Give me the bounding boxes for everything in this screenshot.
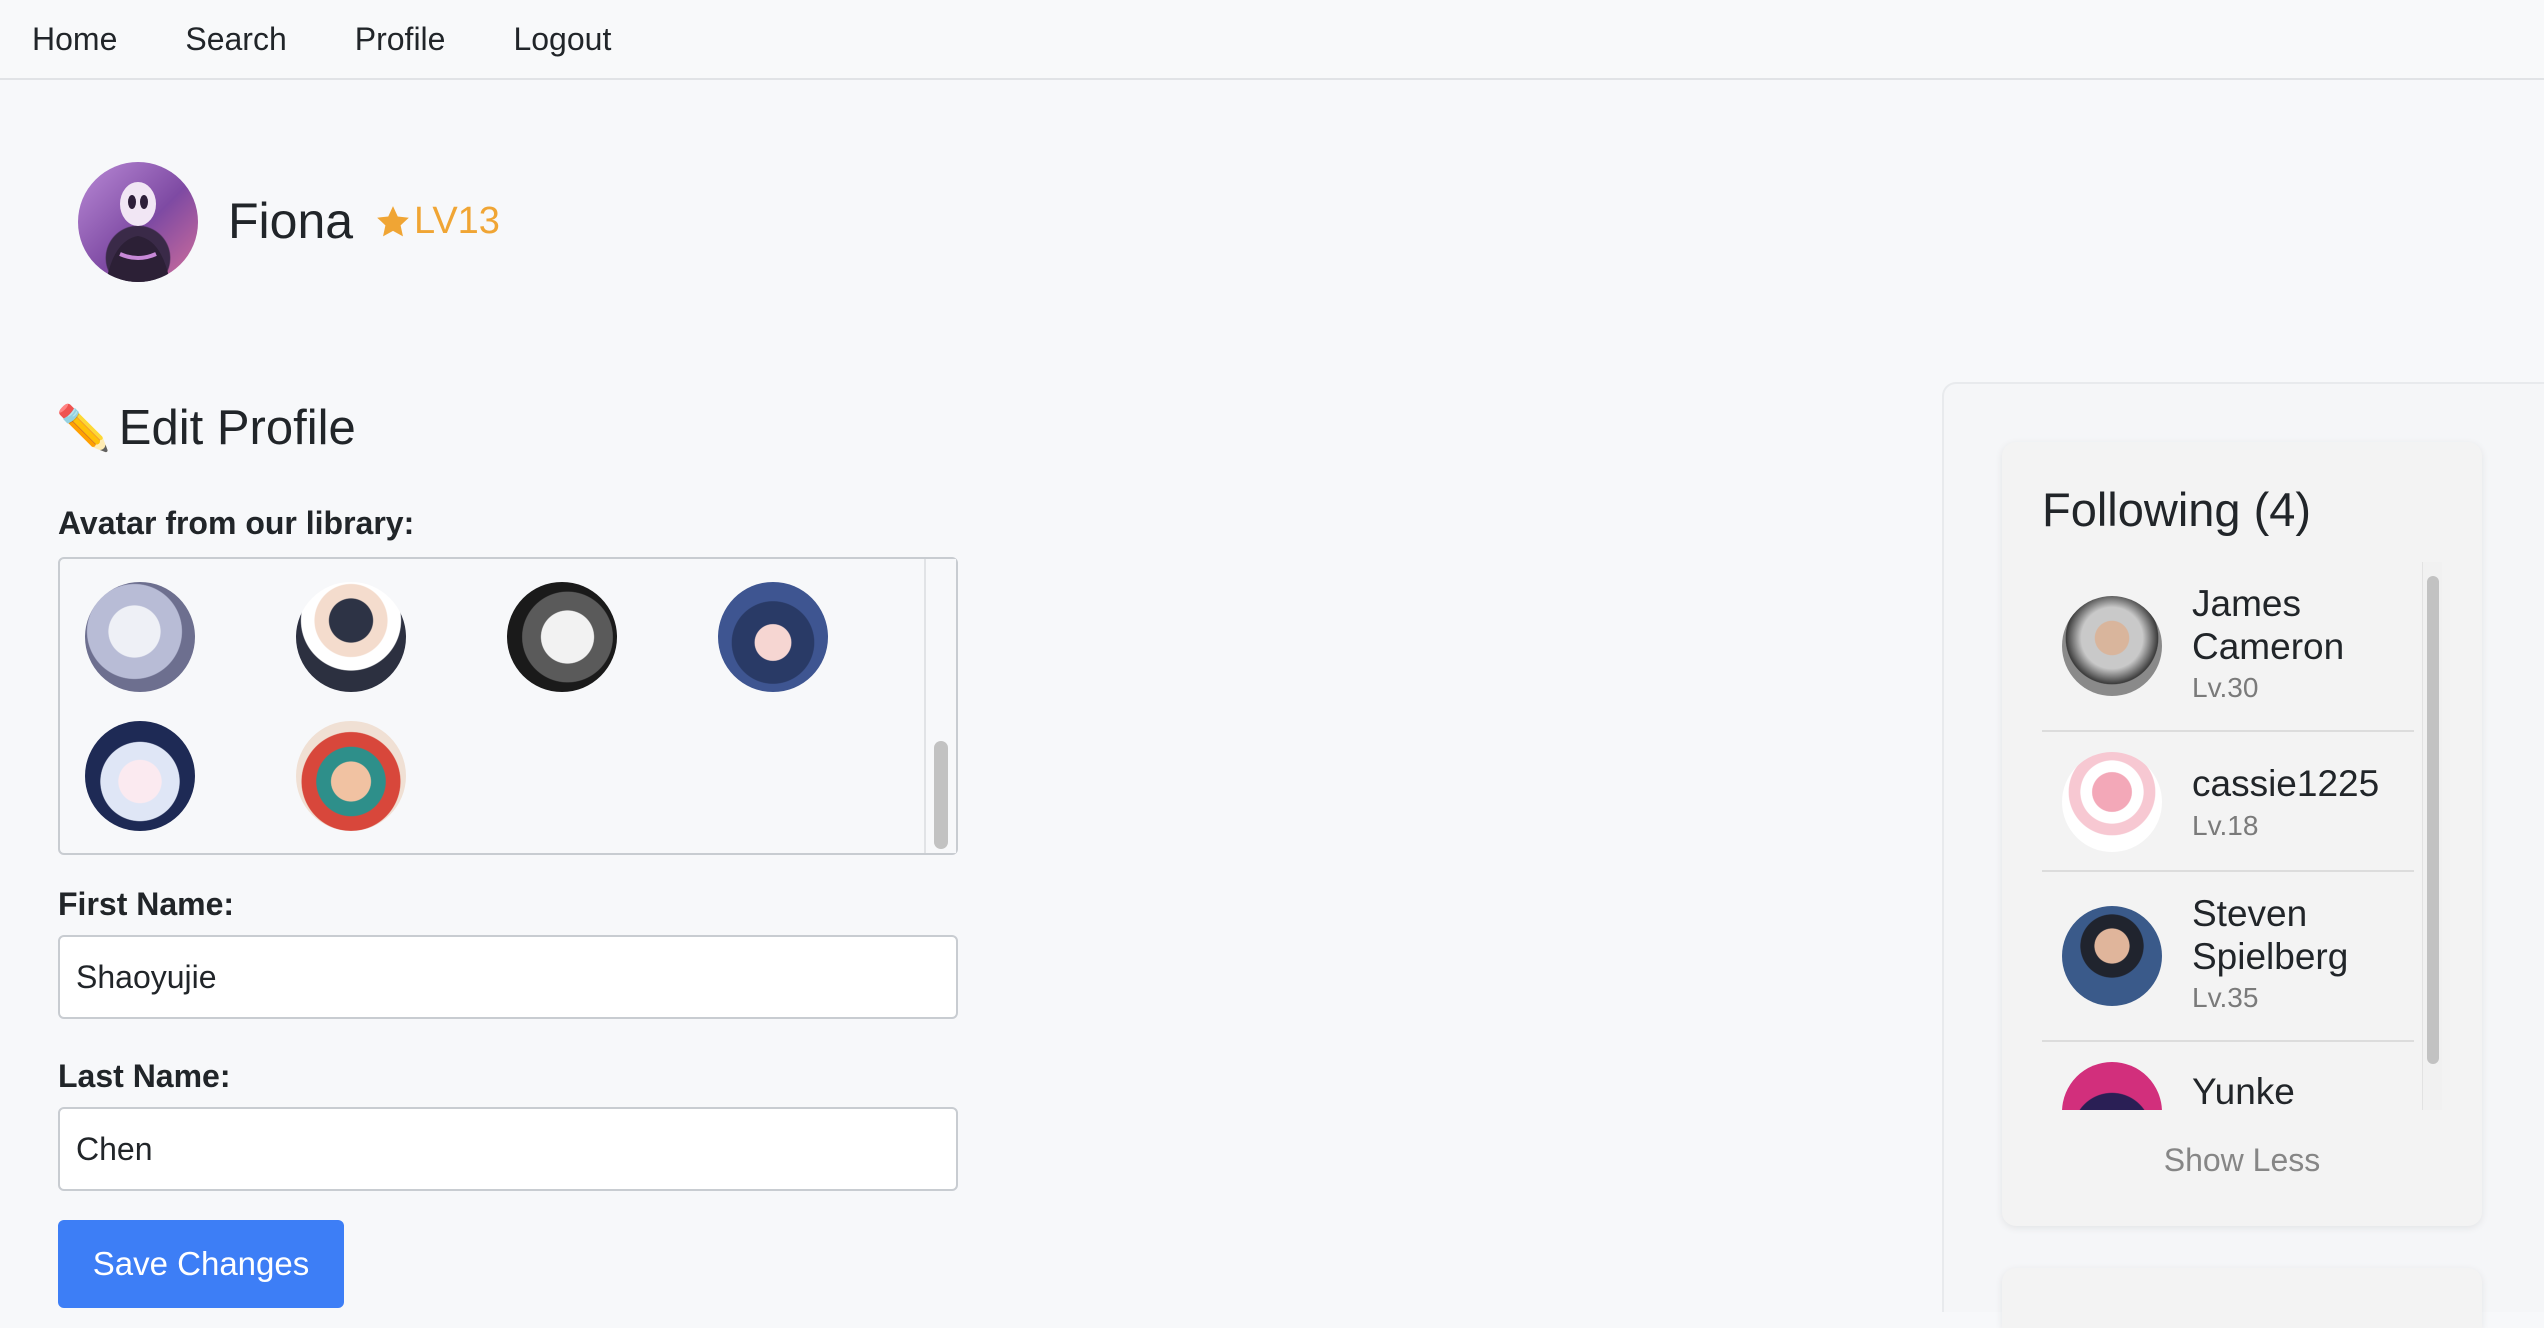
following-scrollbar[interactable] [2422,562,2442,1110]
following-list: James Cameron Lv.30 cassie1225 Lv.18 Ste… [2042,562,2442,1110]
following-item[interactable]: Yunke [2042,1042,2414,1110]
edit-profile-title: Edit Profile [118,401,356,455]
secondary-card [2002,1268,2482,1328]
last-name-label: Last Name: [58,1058,231,1094]
following-level: Lv.30 [2192,672,2259,703]
save-changes-button[interactable]: Save Changes [58,1220,344,1308]
avatar-figure-icon [106,182,170,282]
last-name-input[interactable] [58,1107,958,1191]
following-name: cassie1225 [2192,763,2380,804]
star-icon [377,205,409,236]
following-name: Steven Spielberg [2192,893,2349,977]
following-item[interactable]: cassie1225 Lv.18 [2042,732,2414,872]
nav-profile-link[interactable]: Profile [355,21,446,58]
nav-search-link[interactable]: Search [185,21,286,58]
following-avatar [2062,1062,2162,1110]
following-avatar [2062,906,2162,1006]
nav-logout-link[interactable]: Logout [513,21,611,58]
following-item[interactable]: James Cameron Lv.30 [2042,562,2414,732]
user-avatar [78,162,198,282]
following-name: Yunke [2192,1071,2295,1110]
avatar-option[interactable] [718,582,828,692]
avatar-option[interactable] [296,721,406,831]
first-name-label: First Name: [58,886,235,922]
edit-profile-heading: ✏️ Edit Profile [56,400,356,456]
following-level: Lv.35 [2192,982,2259,1013]
avatar-library-scrollbar[interactable] [924,559,956,853]
following-card: Following (4) James Cameron Lv.30 cassie… [2002,442,2482,1226]
following-level: Lv.18 [2192,810,2259,841]
top-nav: Home Search Profile Logout [0,0,2544,80]
first-name-input[interactable] [58,935,958,1019]
avatar-option[interactable] [507,582,617,692]
following-avatar [2062,596,2162,696]
pencil-icon: ✏️ [56,404,111,453]
nav-home-link[interactable]: Home [32,21,117,58]
avatar-option[interactable] [296,582,406,692]
show-less-link[interactable]: Show Less [2002,1142,2482,1179]
following-name: James Cameron [2192,583,2345,667]
following-title: Following (4) [2042,483,2312,536]
avatar-library[interactable] [58,557,958,855]
avatar-option[interactable] [85,721,195,831]
avatar-library-label: Avatar from our library: [58,505,415,541]
user-level-badge: LV13 [374,200,500,243]
following-avatar [2062,752,2162,852]
following-item[interactable]: Steven Spielberg Lv.35 [2042,872,2414,1042]
username: Fiona [228,193,354,249]
avatar-option[interactable] [85,582,195,692]
user-level-text: LV13 [414,200,500,242]
